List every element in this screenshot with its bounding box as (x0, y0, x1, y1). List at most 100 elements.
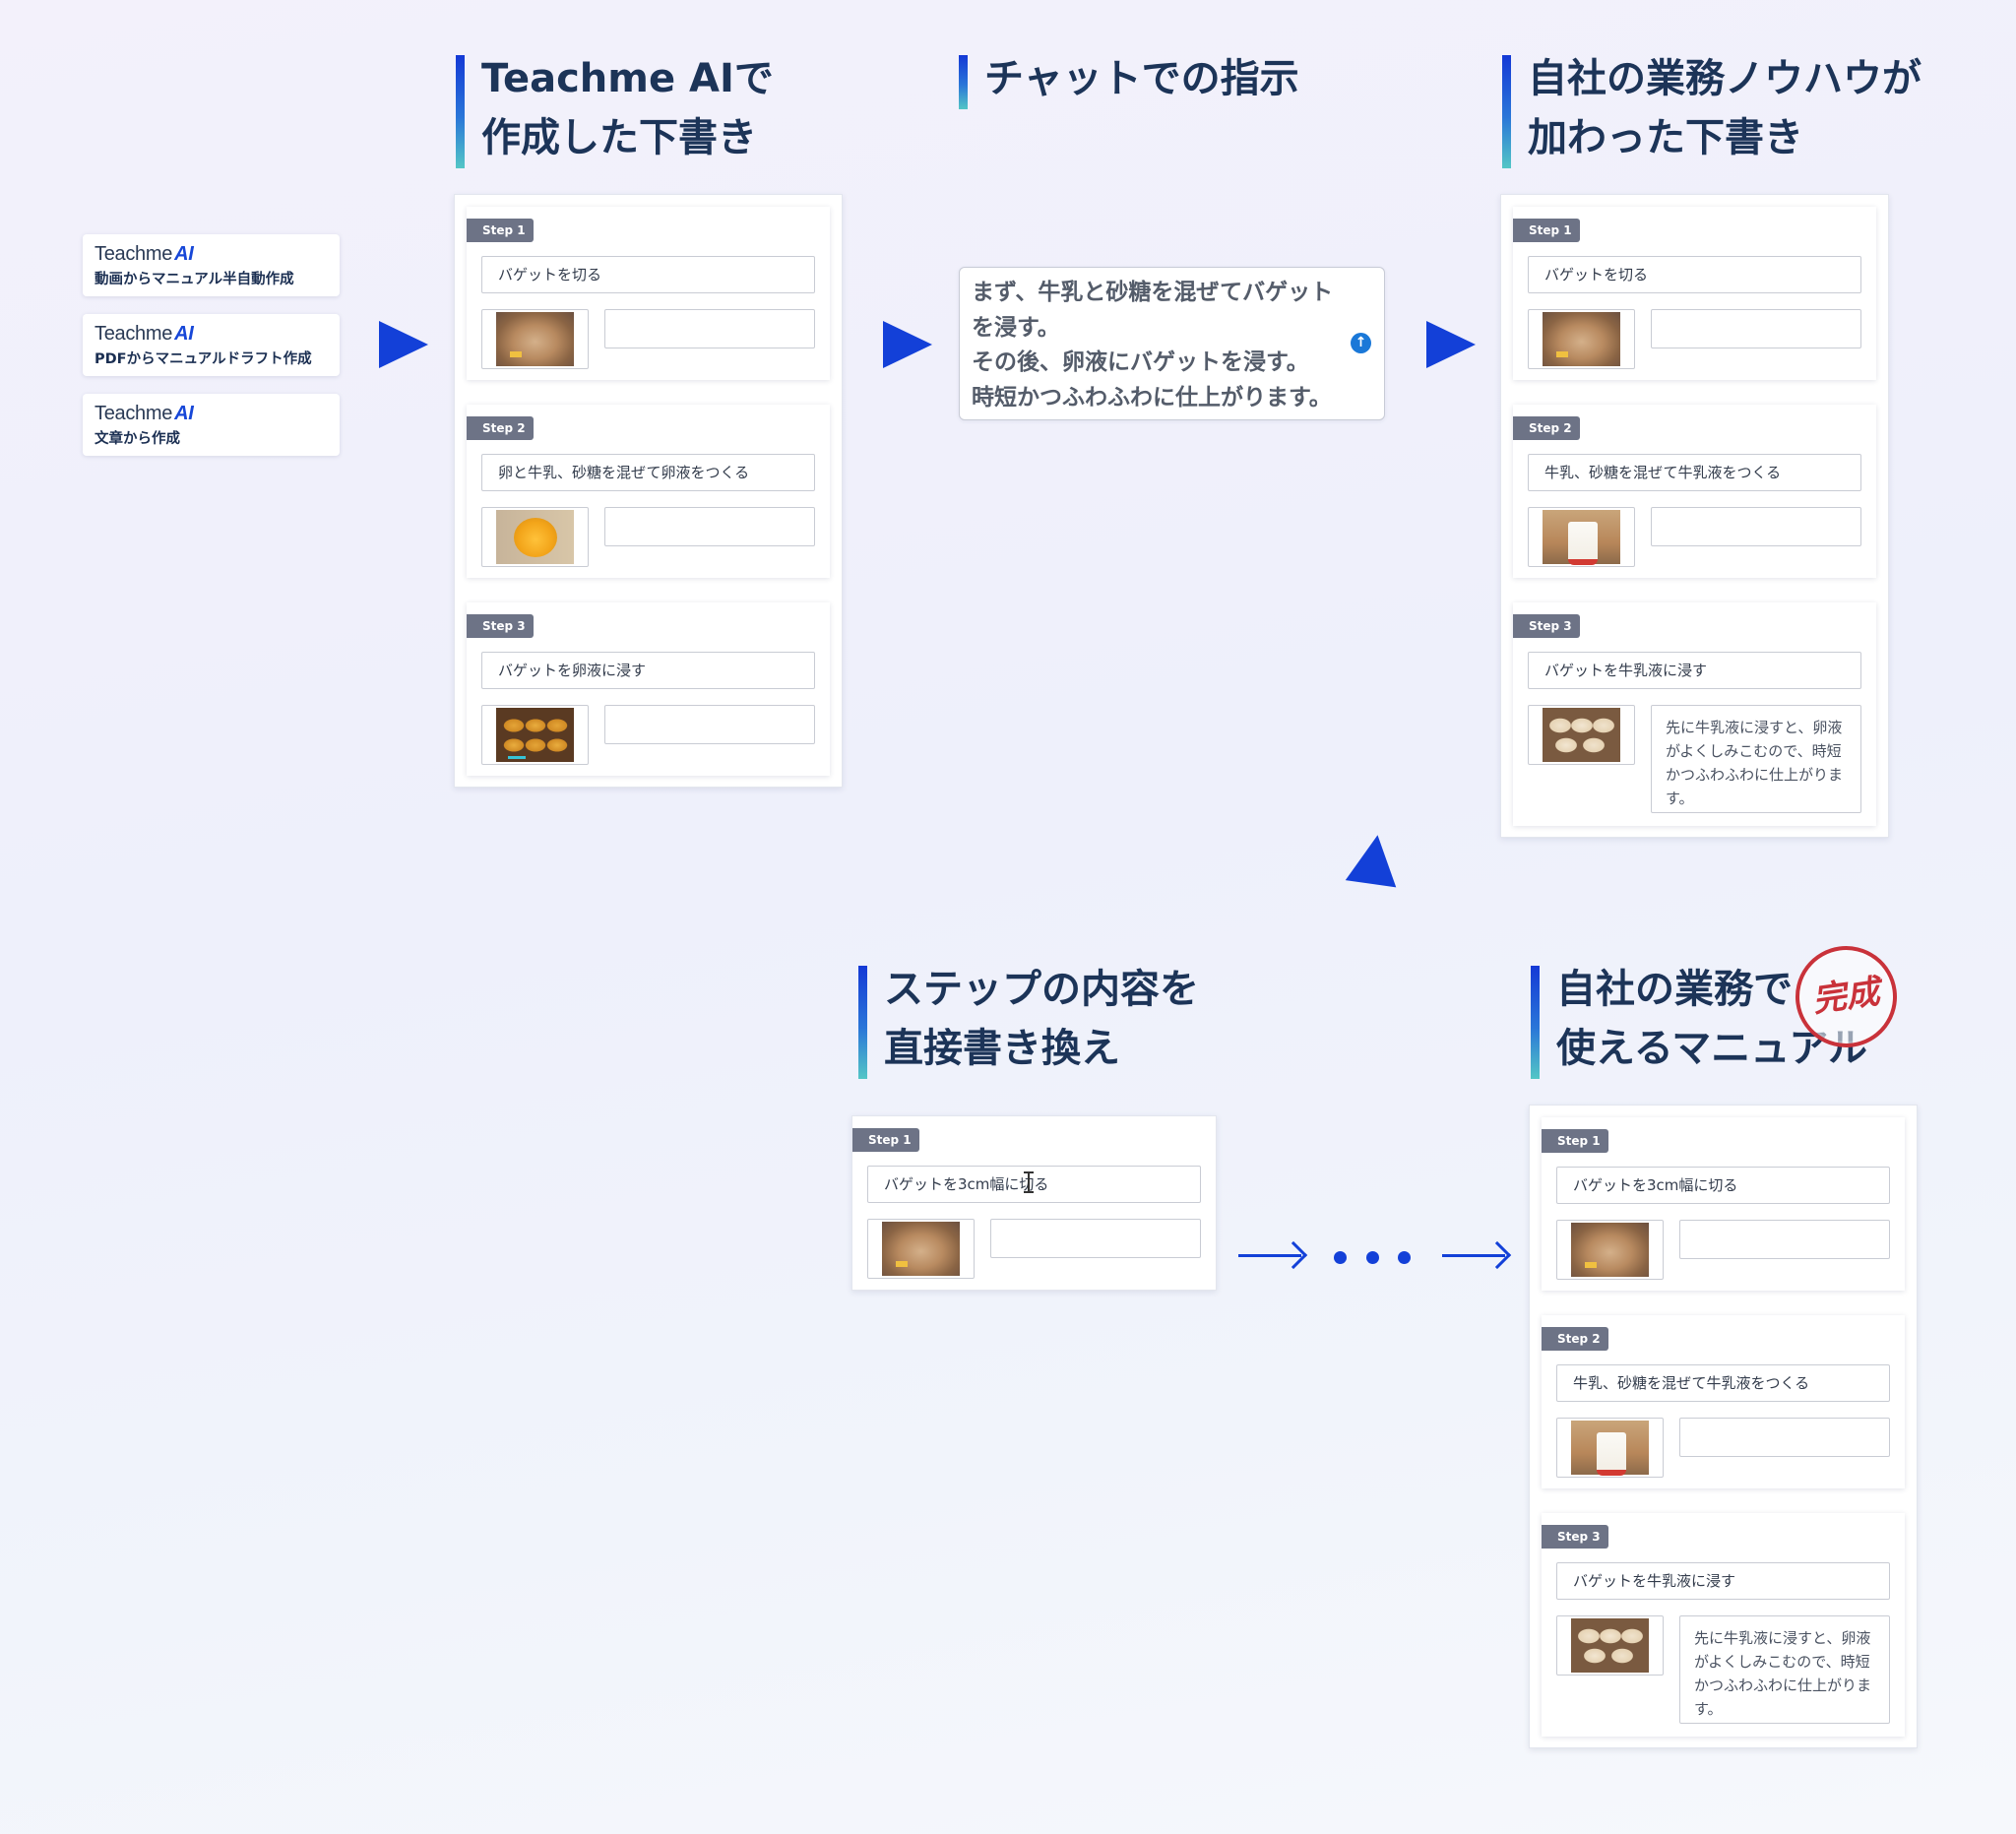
step-card: Step 3 バゲットを牛乳液に浸す 先に牛乳液に浸すと、卵液がよくしみこむので… (1542, 1513, 1905, 1737)
source-chip-video: Teachme AI 動画からマニュアル半自動作成 (83, 234, 340, 296)
flow-arrow-icon (379, 321, 428, 368)
step-badge: Step 2 (1542, 1327, 1608, 1351)
chat-line: 時短かつふわふわに仕上がります。 (972, 384, 1332, 411)
step-description-field[interactable] (604, 309, 815, 348)
step-description-field[interactable] (1679, 1220, 1890, 1259)
chat-input[interactable]: まず、牛乳と砂糖を混ぜてバゲット を浸す。 その後、卵液にバゲットを浸す。 時短… (959, 267, 1385, 420)
step-title-field[interactable]: 卵と牛乳、砂糖を混ぜて卵液をつくる (481, 454, 815, 491)
step-image[interactable] (1528, 309, 1635, 369)
step-badge: Step 3 (1542, 1525, 1608, 1549)
step-title-field[interactable]: バゲットを3cm幅に切る (867, 1166, 1201, 1203)
bread-photo (882, 1222, 960, 1276)
arrow-right-icon (1442, 1240, 1512, 1270)
step-image[interactable] (1528, 705, 1635, 765)
heading-accent-bar (959, 55, 968, 109)
heading-edit: ステップの内容を 直接書き換え (858, 960, 1199, 1079)
step-description-field[interactable]: 先に牛乳液に浸すと、卵液がよくしみこむので、時短かつふわふわに仕上がります。 (1651, 705, 1861, 813)
heading-line: 直接書き換え (884, 1026, 1120, 1071)
step-card: Step 2 卵と牛乳、砂糖を混ぜて卵液をつくる (467, 405, 830, 578)
chat-line: を浸す。 (972, 314, 1060, 341)
arrow-up-icon: ↑ (1354, 335, 1367, 350)
chat-line: その後、卵液にバゲットを浸す。 (972, 349, 1309, 375)
bread-photo (496, 312, 574, 366)
step-title-field[interactable]: バゲットを切る (1528, 256, 1861, 293)
step-description-field[interactable]: 先に牛乳液に浸すと、卵液がよくしみこむので、時短かつふわふわに仕上がります。 (1679, 1615, 1890, 1724)
flow-arrow-icon (883, 321, 932, 368)
step-description-field[interactable] (604, 705, 815, 744)
teachme-ai-logo: Teachme AI (94, 403, 194, 424)
final-panel: Step 1 バゲットを3cm幅に切る Step 2 牛乳、砂糖を混ぜて牛乳液を… (1529, 1105, 1918, 1748)
step-badge: Step 3 (1513, 614, 1580, 638)
egg-mixture-photo (496, 510, 574, 564)
step-title-field[interactable]: バゲットを切る (481, 256, 815, 293)
step-card: Step 1 バゲットを切る (467, 207, 830, 380)
step-badge: Step 3 (467, 614, 534, 638)
step-image[interactable] (867, 1219, 975, 1279)
step-title-field[interactable]: バゲットを牛乳液に浸す (1556, 1562, 1890, 1600)
heading-line: 自社の業務ノウハウが (1528, 56, 1922, 101)
step-title-field[interactable]: バゲットを牛乳液に浸す (1528, 652, 1861, 689)
step-description-field[interactable] (1651, 309, 1861, 348)
heading-accent-bar (858, 966, 867, 1079)
step-description-field[interactable] (990, 1219, 1201, 1258)
sliced-bread-photo (1571, 1618, 1649, 1673)
flow-arrow-icon (1426, 321, 1476, 368)
step-title-field[interactable]: 牛乳、砂糖を混ぜて牛乳液をつくる (1528, 454, 1861, 491)
teachme-ai-logo: Teachme AI (94, 243, 194, 265)
step-image[interactable] (1556, 1615, 1664, 1676)
step-description-field[interactable] (604, 507, 815, 546)
milk-photo (1571, 1421, 1649, 1476)
heading-chat: チャットでの指示 (959, 49, 1299, 109)
heading-line: 加わった下書き (1528, 115, 1803, 160)
step-card: Step 3 バゲットを卵液に浸す (467, 602, 830, 776)
ellipsis-dot (1398, 1251, 1411, 1264)
heading-line: 作成した下書き (481, 115, 757, 160)
soaked-bread-photo (496, 708, 574, 762)
edit-step-card: Step 1 バゲットを3cm幅に切る (851, 1115, 1217, 1291)
bread-photo (1543, 312, 1620, 366)
arrow-right-icon (1238, 1240, 1308, 1270)
heading-line: ステップの内容を (884, 967, 1199, 1012)
chat-line: まず、牛乳と砂糖を混ぜてバゲット (972, 280, 1334, 305)
step-description-field[interactable] (1679, 1418, 1890, 1457)
step-title-field[interactable]: バゲットを3cm幅に切る (1556, 1167, 1890, 1204)
draft-panel: Step 1 バゲットを切る Step 2 卵と牛乳、砂糖を混ぜて卵液をつくる … (454, 194, 843, 788)
step-badge: Step 2 (467, 416, 534, 440)
step-title-field[interactable]: 牛乳、砂糖を混ぜて牛乳液をつくる (1556, 1364, 1890, 1402)
step-badge: Step 1 (852, 1128, 919, 1152)
sliced-bread-photo (1543, 708, 1620, 762)
send-button[interactable]: ↑ (1351, 333, 1371, 353)
step-badge: Step 1 (1513, 219, 1580, 242)
step-card: Step 2 牛乳、砂糖を混ぜて牛乳液をつくる (1513, 405, 1876, 578)
knowhow-panel: Step 1 バゲットを切る Step 2 牛乳、砂糖を混ぜて牛乳液をつくる S… (1500, 194, 1889, 838)
step-description-field[interactable] (1651, 507, 1861, 546)
step-card: Step 1 バゲットを3cm幅に切る (1542, 1117, 1905, 1291)
step-image[interactable] (1528, 507, 1635, 567)
step-image[interactable] (1556, 1418, 1664, 1478)
step-image[interactable] (481, 309, 589, 369)
step-badge: Step 2 (1513, 416, 1580, 440)
step-card: Step 1 バゲットを切る (1513, 207, 1876, 380)
step-card: Step 3 バゲットを牛乳液に浸す 先に牛乳液に浸すと、卵液がよくしみこむので… (1513, 602, 1876, 826)
heading-accent-bar (456, 55, 465, 168)
source-label: 動画からマニュアル半自動作成 (94, 272, 294, 287)
step-image[interactable] (481, 705, 589, 765)
ellipsis-dot (1334, 1251, 1347, 1264)
step-image[interactable] (1556, 1220, 1664, 1280)
source-chip-text: Teachme AI 文章から作成 (83, 394, 340, 456)
source-chip-pdf: Teachme AI PDFからマニュアルドラフト作成 (83, 314, 340, 376)
bread-photo (1571, 1223, 1649, 1277)
step-title-field[interactable]: バゲットを卵液に浸す (481, 652, 815, 689)
source-label: PDFからマニュアルドラフト作成 (94, 351, 312, 367)
heading-accent-bar (1531, 966, 1540, 1079)
teachme-ai-logo: Teachme AI (94, 323, 194, 345)
step-image[interactable] (481, 507, 589, 567)
step-badge: Step 1 (467, 219, 534, 242)
heading-line: チャットでの指示 (984, 56, 1299, 101)
heading-draft: Teachme AIで 作成した下書き (456, 49, 774, 168)
milk-photo (1543, 510, 1620, 565)
step-card: Step 2 牛乳、砂糖を混ぜて牛乳液をつくる (1542, 1315, 1905, 1488)
flow-arrow-icon (1345, 831, 1404, 888)
ellipsis-dot (1366, 1251, 1379, 1264)
step-badge: Step 1 (1542, 1129, 1608, 1153)
